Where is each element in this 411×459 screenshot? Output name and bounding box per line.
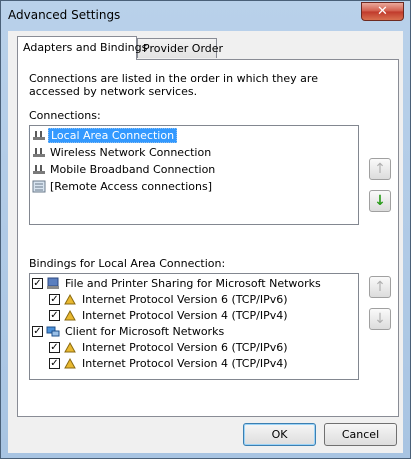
protocol-icon (64, 309, 76, 321)
connection-label: Local Area Connection (48, 128, 178, 143)
advanced-settings-window: Advanced Settings ✕ Adapters and Binding… (0, 0, 411, 459)
binding-item-ipv6[interactable]: ✓ Internet Protocol Version 6 (TCP/IPv6) (49, 339, 290, 356)
connection-label: [Remote Access connections] (50, 180, 213, 193)
binding-label: File and Printer Sharing for Microsoft N… (65, 277, 321, 290)
connection-item-remote-access[interactable]: [Remote Access connections] (32, 178, 214, 195)
binding-item-client-ms-networks[interactable]: ✓ Client for Microsoft Networks (32, 323, 226, 340)
connections-label: Connections: (29, 109, 101, 122)
network-adapter-icon (33, 131, 45, 140)
protocol-icon (64, 341, 76, 353)
connection-item-local-area[interactable]: Local Area Connection (32, 127, 178, 144)
tab-provider-order[interactable]: Provider Order (137, 38, 223, 58)
dialog-client-area: Adapters and Bindings Provider Order Con… (8, 31, 403, 453)
remote-access-icon (32, 180, 46, 193)
connections-description: Connections are listed in the order in w… (29, 72, 318, 98)
connection-label: Wireless Network Connection (50, 146, 212, 159)
title-bar[interactable]: Advanced Settings ✕ (1, 1, 410, 31)
client-icon (46, 326, 60, 337)
window-title: Advanced Settings (8, 8, 121, 22)
connection-item-mobile-broadband[interactable]: Mobile Broadband Connection (32, 161, 217, 178)
binding-item-ipv4[interactable]: ✓ Internet Protocol Version 4 (TCP/IPv4) (49, 355, 290, 372)
binding-checkbox[interactable]: ✓ (49, 358, 60, 369)
binding-item-file-printer-sharing[interactable]: ✓ File and Printer Sharing for Microsoft… (32, 275, 323, 292)
bindings-list[interactable]: ✓ File and Printer Sharing for Microsoft… (29, 273, 359, 380)
binding-label: Internet Protocol Version 4 (TCP/IPv4) (82, 357, 288, 370)
binding-item-ipv6[interactable]: ✓ Internet Protocol Version 6 (TCP/IPv6) (49, 291, 290, 308)
binding-item-ipv4[interactable]: ✓ Internet Protocol Version 4 (TCP/IPv4) (49, 307, 290, 324)
bindings-label: Bindings for Local Area Connection: (29, 257, 226, 270)
binding-label: Internet Protocol Version 4 (TCP/IPv4) (82, 309, 288, 322)
binding-label: Client for Microsoft Networks (65, 325, 225, 338)
protocol-icon (64, 357, 76, 369)
binding-label: Internet Protocol Version 6 (TCP/IPv6) (82, 341, 288, 354)
service-icon (47, 277, 59, 289)
tab-panel: Connections are listed in the order in w… (17, 59, 399, 417)
cancel-button[interactable]: Cancel (324, 423, 397, 446)
connection-item-wireless[interactable]: Wireless Network Connection (32, 144, 213, 161)
binding-move-down-button[interactable]: ↓ (369, 308, 391, 330)
connection-move-down-button[interactable]: ↓ (369, 190, 391, 212)
protocol-icon (64, 293, 76, 305)
connection-label: Mobile Broadband Connection (50, 163, 216, 176)
network-adapter-icon (33, 148, 45, 157)
close-button[interactable]: ✕ (361, 2, 404, 21)
ok-button[interactable]: OK (243, 423, 316, 446)
binding-checkbox[interactable]: ✓ (32, 326, 43, 337)
connections-list[interactable]: Local Area Connection Wireless Network C… (29, 125, 359, 225)
binding-checkbox[interactable]: ✓ (49, 310, 60, 321)
binding-checkbox[interactable]: ✓ (32, 278, 43, 289)
network-adapter-icon (33, 165, 45, 174)
binding-label: Internet Protocol Version 6 (TCP/IPv6) (82, 293, 288, 306)
binding-move-up-button[interactable]: ↑ (369, 276, 391, 298)
connection-move-up-button[interactable]: ↑ (369, 158, 391, 180)
binding-checkbox[interactable]: ✓ (49, 342, 60, 353)
tab-adapters-and-bindings[interactable]: Adapters and Bindings (17, 36, 147, 60)
binding-checkbox[interactable]: ✓ (49, 294, 60, 305)
